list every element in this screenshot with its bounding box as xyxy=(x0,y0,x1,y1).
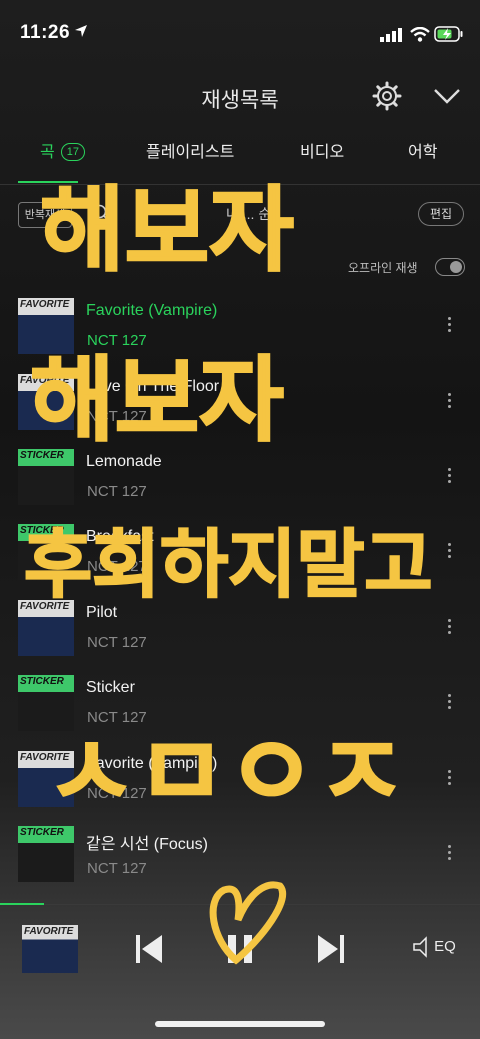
home-indicator xyxy=(155,1021,325,1027)
offline-play-toggle[interactable] xyxy=(435,258,465,276)
album-art: STICKER xyxy=(18,449,74,505)
signal-icon xyxy=(380,28,402,42)
edit-button[interactable]: 편집 xyxy=(418,202,464,226)
divider xyxy=(0,184,480,185)
song-title: Favorite (Vampire) xyxy=(86,302,218,319)
previous-track-icon[interactable] xyxy=(134,933,164,965)
sort-dropdown[interactable]: 내 ... 순 xyxy=(226,204,271,224)
album-art: FAVORITE xyxy=(18,374,74,430)
album-art: FAVORITE xyxy=(18,298,74,354)
song-row[interactable]: FAVORITE Love On The Floor NCT 127 xyxy=(0,374,480,446)
song-artist: NCT 127 xyxy=(87,332,147,349)
tab-videos[interactable]: 비디오 xyxy=(300,138,344,162)
song-row[interactable]: STICKER Lemonade NCT 127 xyxy=(0,449,480,521)
more-options-icon[interactable] xyxy=(448,842,454,863)
tab-songs-label: 곡 xyxy=(40,144,55,161)
song-row[interactable]: FAVORITE Favorite (Vampire) NCT 127 xyxy=(0,298,480,370)
active-tab-indicator xyxy=(18,181,78,183)
more-options-icon[interactable] xyxy=(448,616,454,637)
song-title: Lemonade xyxy=(86,453,162,470)
album-art-text: STICKER xyxy=(20,827,64,838)
song-title: 같은 시선 (Focus) xyxy=(86,836,208,853)
eq-button[interactable]: EQ xyxy=(412,936,456,958)
song-title: Breakfast xyxy=(86,528,154,545)
song-artist: NCT 127 xyxy=(87,634,147,651)
tab-songs[interactable]: 곡 17 xyxy=(40,138,85,162)
album-art: STICKER xyxy=(18,826,74,882)
song-title: Love On The Floor xyxy=(86,378,220,395)
more-options-icon[interactable] xyxy=(448,390,454,411)
song-row[interactable]: STICKER Breakfast NCT 127 xyxy=(0,524,480,596)
song-artist: NCT 127 xyxy=(87,785,147,802)
more-options-icon[interactable] xyxy=(448,465,454,486)
album-art: FAVORITE xyxy=(18,600,74,656)
album-art-text: STICKER xyxy=(20,676,64,687)
speaker-icon xyxy=(413,936,427,958)
song-row[interactable]: STICKER Sticker NCT 127 xyxy=(0,675,480,747)
pause-icon[interactable] xyxy=(224,933,256,965)
tab-playlists[interactable]: 플레이리스트 xyxy=(146,138,234,162)
gear-icon[interactable] xyxy=(372,81,402,111)
album-art: STICKER xyxy=(18,524,74,580)
now-playing-album-art[interactable]: FAVORITE xyxy=(22,925,78,973)
tab-language[interactable]: 어학 xyxy=(408,138,437,162)
player-divider xyxy=(0,904,480,905)
repeat-play-button[interactable]: 반복재생 xyxy=(18,202,72,228)
location-icon xyxy=(75,25,87,37)
song-row[interactable]: STICKER 같은 시선 (Focus) NCT 127 xyxy=(0,826,480,898)
song-artist: NCT 127 xyxy=(87,408,147,425)
album-art-text: FAVORITE xyxy=(20,375,70,386)
album-art-text: FAVORITE xyxy=(20,601,70,612)
chevron-down-icon[interactable] xyxy=(433,86,461,106)
album-art-text: FAVORITE xyxy=(20,752,70,763)
wifi-icon xyxy=(410,27,430,42)
search-icon[interactable] xyxy=(92,204,110,222)
more-options-icon[interactable] xyxy=(448,314,454,335)
song-row[interactable]: FAVORITE Pilot NCT 127 xyxy=(0,600,480,672)
song-artist: NCT 127 xyxy=(87,483,147,500)
song-title: Pilot xyxy=(86,604,118,621)
battery-charging-icon xyxy=(434,26,463,42)
song-title: Sticker xyxy=(86,679,135,696)
song-artist: NCT 127 xyxy=(87,709,147,726)
next-track-icon[interactable] xyxy=(316,933,346,965)
more-options-icon[interactable] xyxy=(448,540,454,561)
more-options-icon[interactable] xyxy=(448,767,454,788)
album-art: FAVORITE xyxy=(18,751,74,807)
offline-play-label: 오프라인 재생 xyxy=(348,261,418,275)
song-artist: NCT 127 xyxy=(87,860,147,877)
more-options-icon[interactable] xyxy=(448,691,454,712)
album-art-text: FAVORITE xyxy=(24,926,74,937)
album-art: STICKER xyxy=(18,675,74,731)
album-art-text: STICKER xyxy=(20,525,64,536)
status-bar: 11:26 xyxy=(0,0,480,70)
playback-progress-bar[interactable] xyxy=(0,903,44,905)
eq-label: EQ xyxy=(434,937,456,955)
status-time: 11:26 xyxy=(20,22,71,43)
album-art-text: FAVORITE xyxy=(20,299,70,310)
song-title: Favorite (Vampire) xyxy=(86,755,218,772)
song-count-badge: 17 xyxy=(60,143,85,161)
handwriting-line-1: 해보자 xyxy=(40,177,294,284)
song-artist: NCT 127 xyxy=(87,558,147,575)
song-row[interactable]: FAVORITE Favorite (Vampire) NCT 127 xyxy=(0,751,480,823)
album-art-text: STICKER xyxy=(20,450,64,461)
tab-bar: 곡 17 플레이리스트 비디오 어학 xyxy=(0,138,480,168)
page-title: 재생목록 xyxy=(201,89,279,112)
